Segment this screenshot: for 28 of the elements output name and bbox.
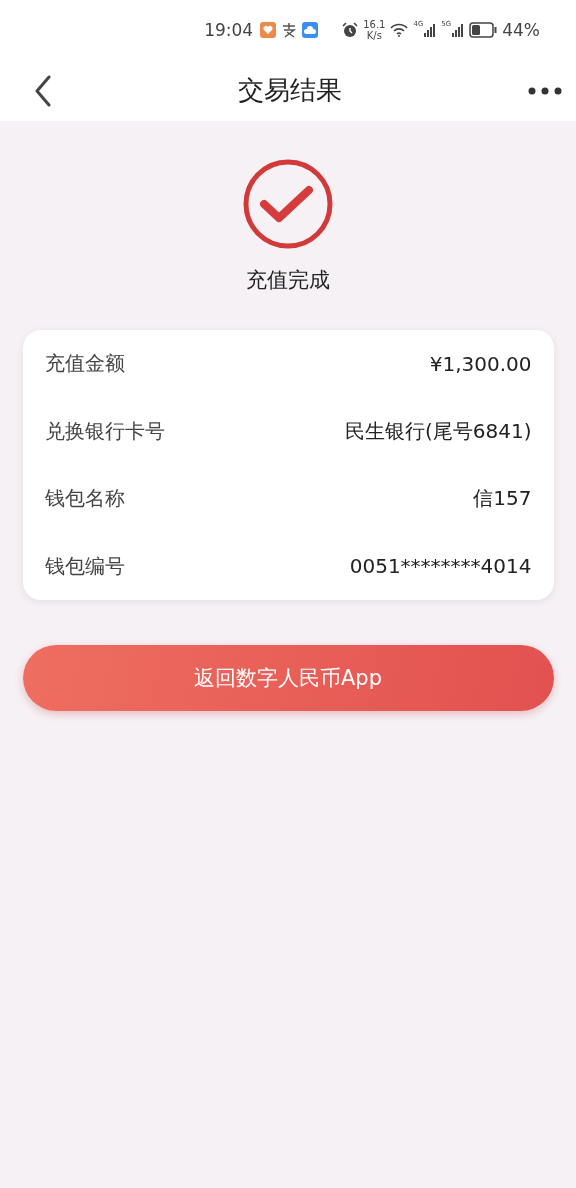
cloud-icon: [302, 22, 319, 38]
heart-app-icon: [260, 22, 277, 38]
app-icon: [281, 22, 298, 38]
battery-icon: [469, 22, 498, 38]
detail-value: 0051********4014: [349, 554, 532, 579]
detail-label: 钱包编号: [44, 552, 125, 580]
result-status: 充值完成: [246, 267, 330, 294]
detail-label: 钱包名称: [44, 485, 125, 513]
signal-icon: [424, 23, 437, 37]
more-icon: [528, 86, 562, 95]
return-app-button[interactable]: 返回数字人民币App: [22, 645, 554, 711]
wifi-icon: [390, 23, 409, 37]
battery-percent: 44%: [502, 20, 540, 40]
detail-value: 信157: [473, 485, 532, 513]
detail-label: 兑换银行卡号: [44, 417, 165, 445]
detail-label: 充值金额: [44, 350, 125, 378]
page-title: 交易结果: [238, 74, 342, 107]
speed-unit: K/s: [366, 30, 382, 41]
speed-value: 16.1: [363, 19, 386, 30]
back-icon: [34, 74, 52, 107]
detail-value: ¥1,300.00: [429, 351, 532, 376]
signal-icon: [452, 23, 465, 37]
success-check-icon: [242, 158, 334, 250]
detail-value: 民生银行(尾号6841): [345, 417, 532, 445]
alarm-icon: [342, 22, 359, 38]
back-button[interactable]: [34, 74, 52, 107]
status-time: 19:04: [204, 20, 254, 40]
more-button[interactable]: [528, 86, 562, 95]
